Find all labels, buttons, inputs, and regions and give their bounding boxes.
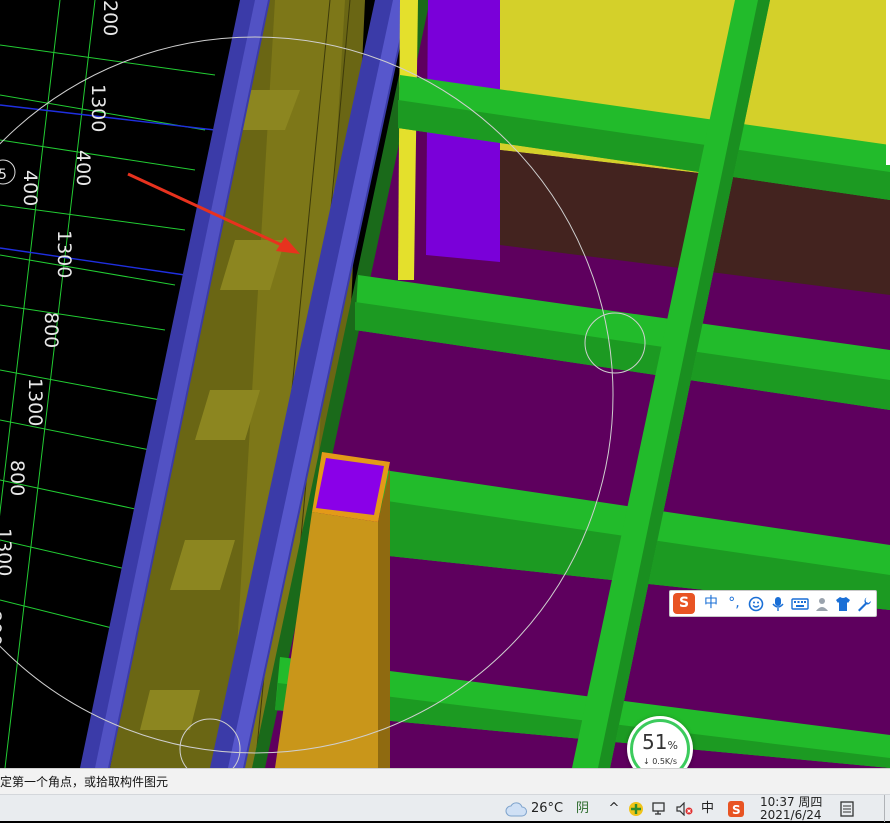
smiley-icon[interactable] (746, 593, 766, 614)
network-speed: ↓ 0.5K/s (642, 757, 678, 766)
ime-mode-indicator[interactable]: 中 (701, 795, 717, 822)
temperature: 26°C (531, 801, 564, 816)
svg-text:S: S (732, 803, 741, 817)
3d-model-viewport[interactable]: 200 1300 400 400 1300 800 1300 800 1300 … (0, 0, 890, 768)
dimension-label: 1300 (24, 378, 46, 426)
dimension-label: 400 (19, 170, 41, 206)
ime-toolbar[interactable]: S 中 °, (669, 590, 877, 617)
dimension-label: 400 (72, 150, 94, 186)
weather-widget[interactable]: 26°C (505, 795, 585, 822)
network-percent: 51% (642, 730, 678, 754)
clock[interactable]: 10:37 周四 2021/6/24 (760, 795, 830, 823)
windows-taskbar: 26°C 阴 ^ 中 S 10:37 周四 2021/6/24 (0, 794, 890, 823)
clock-date: 2021/6/24 (760, 808, 822, 822)
security-tray-icon[interactable] (628, 795, 646, 822)
punctuation-toggle[interactable]: °, (723, 593, 745, 614)
dimension-label: 800 (40, 312, 62, 348)
scrollbar-edge (886, 0, 890, 165)
dimension-label: 1300 (87, 84, 109, 132)
command-prompt-text: 定第一个角点，或拾取构件图元 (0, 775, 169, 789)
command-status-bar: 定第一个角点，或拾取构件图元 (0, 768, 890, 794)
dimension-label: 1300 (53, 230, 75, 278)
dimension-label: 800 (6, 460, 28, 496)
notification-center-icon[interactable] (840, 795, 858, 822)
weather-condition: 阴 (576, 801, 590, 816)
show-hidden-icons-chevron-icon[interactable]: ^ (604, 795, 624, 822)
show-desktop-button[interactable] (884, 795, 890, 822)
keyboard-icon[interactable] (789, 593, 811, 614)
ime-mode-toggle[interactable]: 中 (700, 593, 722, 614)
cloud-icon (505, 801, 527, 816)
network-tray-icon[interactable] (652, 795, 670, 822)
shirt-icon[interactable] (833, 593, 853, 614)
dimension-label: 1300 (0, 528, 15, 576)
sogou-logo-icon[interactable]: S (673, 593, 695, 614)
sogou-tray-icon[interactable]: S (728, 795, 746, 822)
microphone-icon[interactable] (768, 593, 788, 614)
axis-bubble-label: 5 (0, 167, 7, 183)
model-canvas[interactable]: 200 1300 400 400 1300 800 1300 800 1300 … (0, 0, 890, 768)
dimension-label: 200 (99, 0, 121, 36)
user-icon[interactable] (812, 593, 832, 614)
wrench-icon[interactable] (854, 593, 874, 614)
volume-muted-icon[interactable] (676, 795, 694, 822)
dimension-label: 800 (0, 610, 5, 646)
